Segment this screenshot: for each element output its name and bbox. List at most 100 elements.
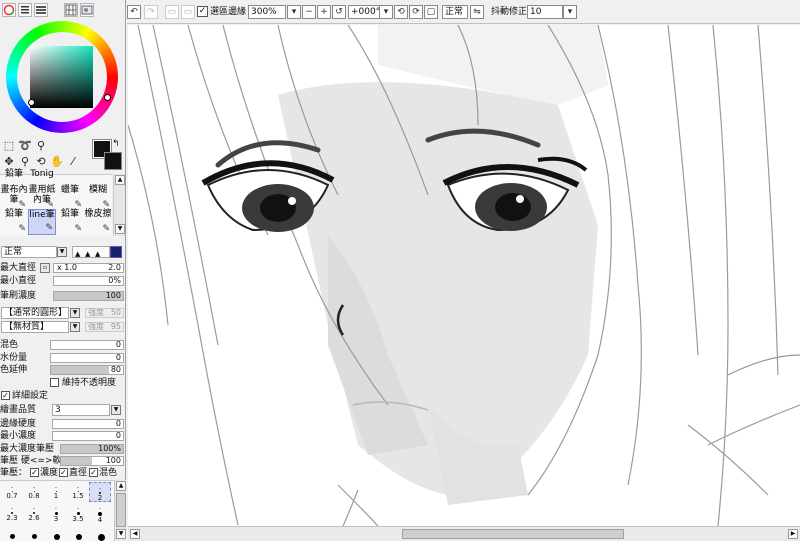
brush-grid-scrollbar[interactable]: ▲ ▼ [113, 174, 125, 236]
shape-strength-slider[interactable]: 強度 50 [85, 308, 124, 318]
max-density-pressure-slider[interactable]: 100% [60, 444, 124, 454]
eyedropper-icon[interactable]: ⁄ [66, 155, 80, 169]
zoom-out-icon[interactable]: − [302, 5, 316, 19]
chevron-down-icon[interactable]: ▼ [111, 405, 121, 415]
brush-slot[interactable]: 鉛筆 ✎ [56, 209, 84, 235]
texture-strength-slider[interactable]: 強度 95 [85, 322, 124, 332]
texture-select[interactable]: 【無材質】 [1, 321, 69, 333]
zoom-in-icon[interactable]: + [317, 5, 331, 19]
brush-shape-buttons[interactable]: ▲ ▲ ▲ [72, 246, 110, 258]
advanced-checkbox[interactable]: ✓ [1, 391, 10, 400]
water-slider[interactable]: 0 [50, 353, 124, 363]
blend-mode-select[interactable]: 正常 [1, 246, 57, 258]
brush-size-preset[interactable]: .1 [45, 482, 67, 502]
brush-size-preset[interactable]: .4 [89, 503, 111, 524]
brush-size-preset[interactable]: . 2.6 [23, 503, 45, 523]
flip-icon[interactable]: ⇋ [470, 5, 484, 19]
pressure-hard-slider[interactable]: 100 [60, 456, 124, 466]
selection-edge-label: 選區邊緣 [210, 7, 247, 17]
view-mode-field[interactable]: 正常 [442, 5, 468, 19]
pressure-blend-checkbox[interactable]: ✓ [89, 468, 98, 477]
shape-soft-icon[interactable]: ▲ [85, 250, 90, 258]
rect-select-icon[interactable]: ⬚ [2, 139, 16, 153]
move-icon[interactable]: ✥ [2, 155, 16, 169]
scroll-down-icon[interactable]: ▼ [115, 224, 125, 234]
brush-size-preset[interactable]: . 0.7 [1, 482, 23, 502]
rotate-left-icon[interactable]: ⟲ [394, 5, 408, 19]
lasso-icon[interactable]: ➰ [18, 139, 32, 153]
drawing-canvas[interactable] [128, 25, 800, 526]
size-range-toggle[interactable]: ▫ [40, 263, 50, 273]
background-color-swatch[interactable] [104, 152, 122, 170]
brush-size-preset[interactable]: . 2.3 [1, 503, 23, 523]
grid-swatch-icon[interactable] [64, 3, 78, 17]
zoom-icon[interactable]: ⚲ [18, 155, 32, 169]
deselect-icon[interactable]: ▭ [165, 5, 179, 19]
brush-slot[interactable]: 蠟筆 ✎ [56, 185, 84, 211]
shape-flat-icon[interactable]: ▲ [95, 250, 100, 258]
chevron-down-icon[interactable]: ▾ [287, 5, 301, 19]
redo-icon[interactable]: ↷ [144, 5, 158, 19]
chevron-down-icon[interactable]: ▾ [563, 5, 577, 19]
chevron-down-icon[interactable]: ▼ [70, 322, 80, 332]
pressure-density-checkbox[interactable]: ✓ [30, 468, 39, 477]
rotate-icon[interactable]: ⟲ [34, 155, 48, 169]
brush-size-preset[interactable]: . 3.5 [67, 503, 89, 523]
list-icon[interactable] [34, 3, 48, 17]
brush-slot[interactable]: 模糊 ✎ [84, 185, 112, 211]
shape-square-icon[interactable] [110, 246, 122, 258]
scroll-thumb[interactable] [402, 529, 624, 539]
color-wheel-icon[interactable] [2, 3, 16, 17]
edge-slider[interactable]: 0 [52, 419, 124, 429]
scroll-up-icon[interactable]: ▲ [116, 481, 126, 491]
density-slider[interactable]: 100 [53, 291, 124, 301]
brush-slot[interactable]: 鉛筆 ✎ [0, 209, 28, 235]
color-sliders-icon[interactable] [18, 3, 32, 17]
undo-icon[interactable]: ↶ [127, 5, 141, 19]
invert-selection-icon[interactable]: ▭ [181, 5, 195, 19]
rotate-reset-icon[interactable]: ▢ [424, 5, 438, 19]
sv-picker-marker[interactable] [28, 99, 35, 106]
pressure-size-checkbox[interactable]: ✓ [59, 468, 68, 477]
shape-round-icon[interactable]: ▲ [75, 250, 80, 258]
scroll-thumb[interactable] [116, 493, 126, 527]
magic-wand-icon[interactable]: ⚲ [34, 139, 48, 153]
brush-slot-selected[interactable]: line筆 ✎ [28, 209, 56, 235]
blend-slider[interactable]: 0 [50, 340, 124, 350]
scroll-left-icon[interactable]: ◀ [130, 529, 140, 539]
zoom-field[interactable]: 300% [248, 5, 286, 19]
brush-size-preset-selected[interactable]: .2 [89, 482, 111, 502]
brush-slot[interactable]: 畫布內筆 ✎ [0, 185, 28, 211]
min-size-slider[interactable]: 0% [53, 276, 124, 286]
swap-colors-icon[interactable]: ↰ [112, 139, 120, 149]
canvas-horizontal-scrollbar[interactable]: ◀ ▶ [128, 526, 800, 541]
scroll-up-icon[interactable]: ▲ [115, 175, 125, 185]
shape-select[interactable]: 【通常的圓形】 [1, 307, 69, 319]
persistence-slider[interactable]: 80 [50, 365, 124, 375]
quality-select[interactable]: 3 [52, 404, 110, 416]
keep-opacity-checkbox[interactable] [50, 378, 59, 387]
brush-size-preset[interactable]: . 0.8 [23, 482, 45, 502]
chevron-down-icon[interactable]: ▼ [70, 308, 80, 318]
image-icon[interactable] [80, 3, 94, 17]
chevron-down-icon[interactable]: ▼ [57, 247, 67, 257]
stabilizer-field[interactable]: 10 [527, 5, 563, 19]
brush-slot[interactable]: 橡皮擦 ✎ [84, 209, 112, 235]
selection-edge-checkbox[interactable]: ✓ [197, 6, 208, 17]
scroll-right-icon[interactable]: ▶ [788, 529, 798, 539]
brush-size-preset[interactable]: . 1.5 [67, 482, 89, 502]
zoom-reset-icon[interactable]: ↺ [332, 5, 346, 19]
hand-icon[interactable]: ✋ [50, 155, 64, 169]
rotate-right-icon[interactable]: ⟳ [409, 5, 423, 19]
brush-size-preset[interactable]: .3 [45, 503, 67, 523]
brush-slot[interactable]: 畫用紙內筆 ✎ [28, 185, 56, 211]
brush-size-scrollbar[interactable]: ▲ ▼ [114, 480, 126, 541]
scroll-down-icon[interactable]: ▼ [116, 529, 126, 539]
blend-mode-row: 正常 ▼ ▲ ▲ ▲ [0, 246, 126, 258]
hue-picker-marker[interactable] [104, 94, 111, 101]
min-density-slider[interactable]: 0 [52, 431, 124, 441]
color-wheel[interactable] [6, 21, 118, 133]
max-size-slider[interactable]: x 1.0 2.0 [53, 263, 124, 273]
chevron-down-icon[interactable]: ▾ [379, 5, 393, 19]
saturation-value-square[interactable] [30, 46, 93, 108]
